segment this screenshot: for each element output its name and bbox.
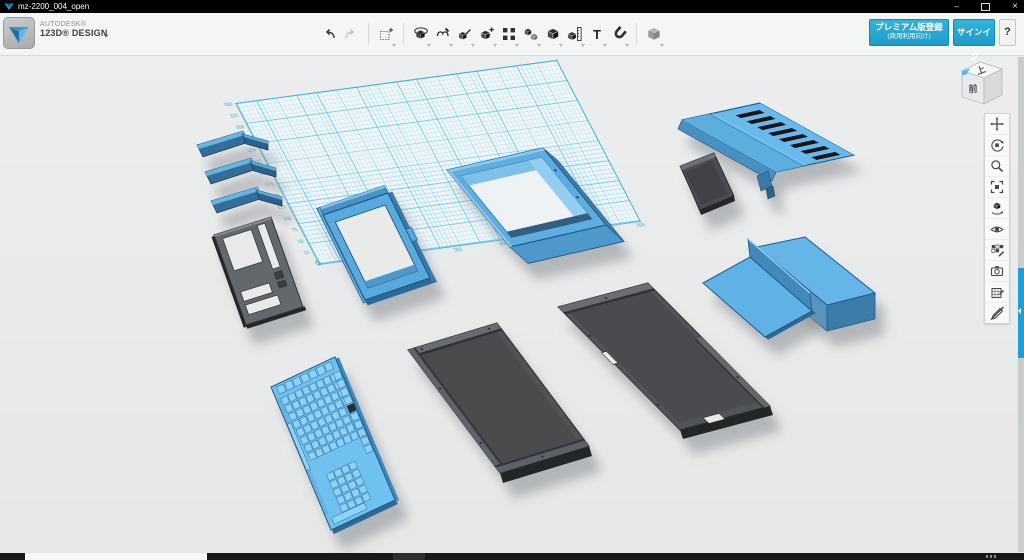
svg-text:50: 50 [297,239,305,245]
redo-button[interactable] [340,19,362,49]
orbit-tool[interactable] [985,135,1009,156]
right-edge-scroll-strip[interactable] [1018,57,1024,552]
premium-sublabel: (商用利用向け) [870,33,948,41]
sketch-menu[interactable] [432,19,454,49]
view-cube[interactable]: 上 前 [956,58,1012,114]
measure-menu[interactable] [564,19,586,49]
modify-menu[interactable] [476,19,498,49]
home-view-tool[interactable] [985,198,1009,219]
part-side-box[interactable] [757,237,875,331]
signin-button[interactable]: サインイン [953,19,995,46]
svg-text:700: 700 [635,222,646,229]
brand-text: AUTODESK® 123D® DESIGN [40,21,108,39]
svg-text:175: 175 [264,181,275,188]
svg-text:275: 275 [241,136,252,143]
pattern-menu[interactable] [498,19,520,49]
part-bottom-panel[interactable] [557,283,774,439]
close-button[interactable]: × [1012,2,1018,12]
logo-triangle-icon [4,18,34,48]
minimize-button[interactable]: – [954,2,959,11]
svg-text:400: 400 [498,241,509,248]
part-keyboard[interactable] [271,355,400,534]
autodesk-123d-logo[interactable] [3,17,35,49]
premium-register-button[interactable]: プレミアム版登録 (商用利用向け) [869,19,949,46]
part-front-bezel[interactable] [211,216,306,329]
zoom-tool[interactable] [985,156,1009,177]
taskbar-tray-icons[interactable] [986,555,996,558]
view-settings-menu[interactable] [643,19,665,49]
toolbar-separator [630,19,643,49]
svg-text:300: 300 [235,124,246,131]
svg-text:200: 200 [407,253,418,260]
svg-text:250: 250 [247,147,258,154]
svg-text:600: 600 [590,228,601,235]
window-titlebar: mz-2200_004_open – × [0,0,1024,13]
collapsed-panel-tab[interactable] [1018,268,1024,358]
app-logo-icon [4,3,14,11]
toolbar-separator [362,19,375,49]
materials-tool[interactable] [985,240,1009,261]
visibility-tool[interactable] [985,219,1009,240]
primitives-menu[interactable] [410,19,432,49]
app-menu-chevron-icon[interactable]: ⌄ [102,29,110,40]
svg-text:150: 150 [270,193,281,200]
part-small-lid[interactable] [680,153,735,215]
svg-text:325: 325 [229,113,240,120]
viewcube-front-label[interactable]: 前 [968,83,977,95]
grid-toggle-tool[interactable] [985,282,1009,303]
part-side-plate[interactable] [703,239,816,340]
maximize-button[interactable] [981,3,990,11]
taskbar-active-app[interactable] [25,553,207,560]
part-chassis-tray[interactable] [408,323,592,483]
taskbar-item[interactable] [393,553,425,560]
tool-strip: T [318,13,665,55]
undo-button[interactable] [318,19,340,49]
toolbar-separator [397,19,410,49]
svg-text:100: 100 [361,259,372,266]
pan-tool[interactable] [985,114,1009,135]
svg-text:125: 125 [276,204,287,211]
svg-text:100: 100 [282,216,293,223]
premium-label: プレミアム版登録 [870,22,948,33]
svg-text:300: 300 [453,247,464,254]
svg-text:25: 25 [303,250,311,256]
panel-expand-arrow-icon [1018,308,1021,314]
insert-button[interactable] [375,19,397,49]
construct-menu[interactable] [454,19,476,49]
svg-text:350: 350 [223,101,234,108]
help-button[interactable]: ? [999,19,1016,46]
svg-text:500: 500 [544,235,555,242]
snapshot-tool[interactable] [985,261,1009,282]
text-tool[interactable]: T [586,19,608,49]
part-top-cover-vents[interactable] [678,103,854,199]
grouping-menu[interactable] [520,19,542,49]
sketch-visibility-tool[interactable] [985,303,1009,323]
navigation-toolbar [984,113,1010,324]
combine-menu[interactable] [542,19,564,49]
window-title: mz-2200_004_open [18,2,89,11]
fit-view-tool[interactable] [985,177,1009,198]
3d-viewport[interactable]: 350 325 300 275 250 225 200 175 150 125 100 75 50 25 1… [0,55,1024,553]
main-toolbar: AUTODESK® 123D® DESIGN ⌄ T プレミアム版登録 [0,13,1024,56]
svg-text:200: 200 [258,170,269,177]
sketch-grid-plane[interactable] [235,60,641,265]
app-window: mz-2200_004_open – × AUTODESK® 123D® DES… [0,0,1024,560]
snap-tool[interactable] [608,19,630,49]
svg-text:75: 75 [291,227,299,233]
brand-product: 123D® DESIGN [40,29,108,39]
os-taskbar[interactable] [0,553,1024,560]
svg-text:225: 225 [252,159,263,166]
account-buttons: プレミアム版登録 (商用利用向け) サインイン ? [869,19,1016,46]
